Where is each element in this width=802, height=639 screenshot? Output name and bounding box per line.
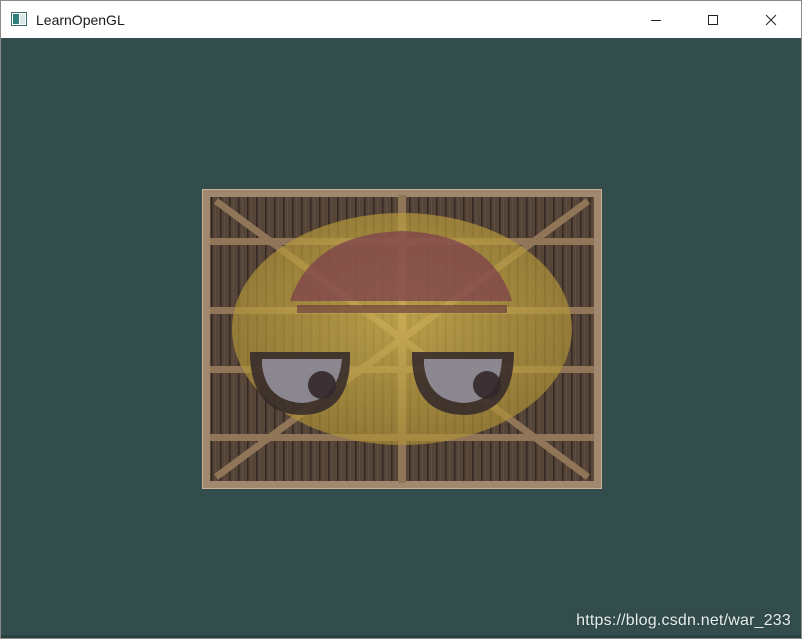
maximize-icon — [708, 14, 718, 25]
watermark-text: https://blog.csdn.net/war_233 — [576, 612, 791, 629]
app-window-icon — [11, 12, 27, 26]
window-title: LearnOpenGL — [36, 12, 125, 28]
bottom-strip — [1, 635, 801, 638]
app-window: LearnOpenGL https://blog.csdn.net/war_23… — [0, 0, 802, 639]
close-icon — [765, 14, 777, 25]
close-button[interactable] — [742, 1, 800, 38]
textured-quad — [202, 189, 602, 489]
opengl-viewport[interactable]: https://blog.csdn.net/war_233 — [1, 38, 801, 638]
minimize-icon — [651, 19, 661, 21]
minimize-button[interactable] — [627, 1, 685, 38]
maximize-button[interactable] — [684, 1, 742, 38]
title-bar[interactable]: LearnOpenGL — [1, 1, 801, 38]
